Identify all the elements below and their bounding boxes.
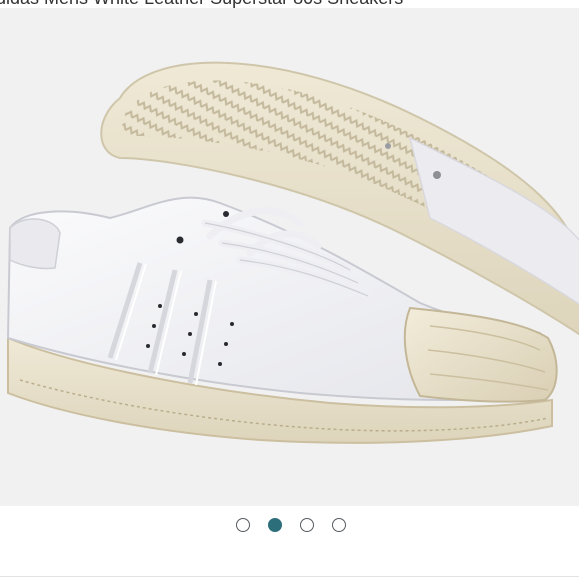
product-page: adidas Mens White Leather Superstar 80s …: [0, 0, 579, 580]
gallery-dot-3[interactable]: [299, 518, 314, 532]
gallery-dot-4[interactable]: [331, 518, 346, 532]
gallery-dot-1[interactable]: [235, 518, 250, 532]
divider: [0, 576, 579, 577]
gallery-dot-2-active[interactable]: [267, 518, 282, 532]
product-image[interactable]: [0, 8, 579, 506]
gallery-pagination: [0, 518, 579, 538]
sneakers-image: [6, 61, 579, 444]
